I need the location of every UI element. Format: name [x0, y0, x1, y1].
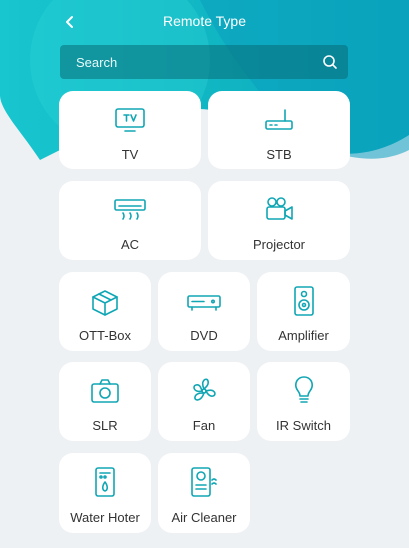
water-heater-icon: [95, 467, 115, 497]
remote-type-stb[interactable]: STB: [208, 91, 350, 169]
remote-type-label: Amplifier: [278, 328, 329, 343]
remote-type-ac[interactable]: AC: [59, 181, 201, 260]
page-title: Remote Type: [162, 13, 246, 29]
remote-type-label: AC: [120, 237, 140, 252]
set-top-box-icon: [265, 109, 293, 130]
search-bar[interactable]: [60, 45, 348, 79]
speaker-icon: [293, 286, 314, 316]
remote-type-label: IR Switch: [276, 418, 331, 433]
air-cleaner-icon: [191, 467, 217, 497]
box-icon: [92, 290, 118, 316]
remote-type-label: Fan: [192, 418, 216, 433]
projector-icon: [266, 197, 293, 220]
remote-type-ott-box[interactable]: OTT-Box: [59, 272, 151, 351]
remote-type-label: STB: [266, 147, 292, 162]
dvd-player-icon: [187, 295, 221, 311]
search-icon[interactable]: [322, 54, 338, 70]
fan-icon: [193, 378, 216, 401]
remote-type-ir-switch[interactable]: IR Switch: [257, 362, 350, 441]
remote-type-label: Projector: [252, 237, 306, 252]
remote-type-label: TV: [121, 147, 139, 162]
remote-type-label: DVD: [190, 328, 218, 343]
remote-type-slr[interactable]: SLR: [59, 362, 151, 441]
camera-icon: [91, 379, 119, 403]
remote-type-label: Water Hoter: [70, 510, 140, 525]
remote-type-dvd[interactable]: DVD: [158, 272, 250, 351]
search-input[interactable]: [60, 45, 310, 79]
remote-type-projector[interactable]: Projector: [208, 181, 350, 260]
remote-type-amplifier[interactable]: Amplifier: [257, 272, 350, 351]
remote-type-tv[interactable]: TV: [59, 91, 201, 169]
lightbulb-icon: [294, 376, 313, 403]
air-conditioner-icon: [114, 199, 146, 220]
remote-type-label: SLR: [92, 418, 118, 433]
remote-type-water-hoter[interactable]: Water Hoter: [59, 453, 151, 533]
remote-type-label: OTT-Box: [78, 328, 131, 343]
top-bar: Remote Type: [0, 0, 409, 44]
tv-icon: [115, 108, 145, 132]
remote-type-fan[interactable]: Fan: [158, 362, 250, 441]
remote-type-air-cleaner[interactable]: Air Cleaner: [158, 453, 250, 533]
remote-type-label: Air Cleaner: [171, 510, 237, 525]
